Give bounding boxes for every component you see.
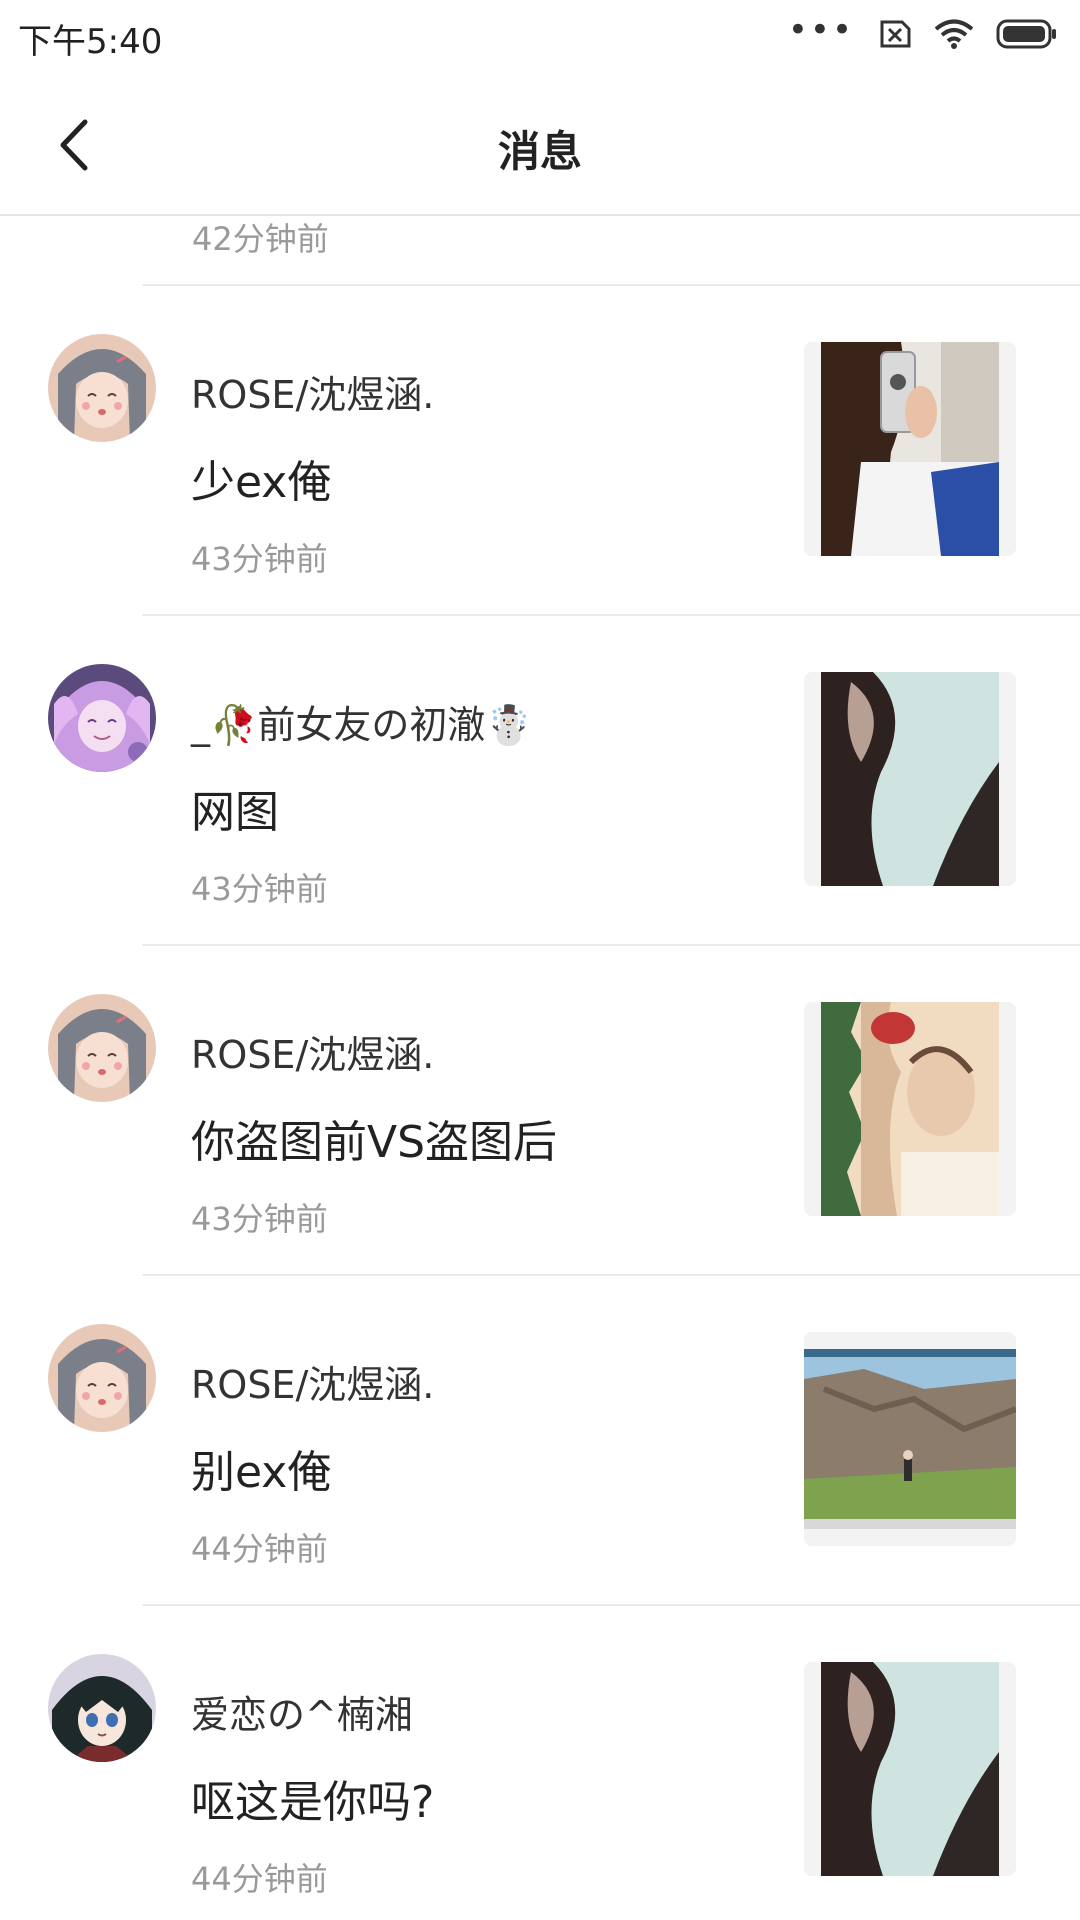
post-thumbnail[interactable] — [804, 1002, 1016, 1216]
message-content: 别ex俺 — [191, 1447, 332, 1498]
list-item[interactable]: _🥀前女友の初澈☃️ 网图 43分钟前 — [0, 616, 1080, 946]
message-time: 44分钟前 — [191, 1860, 328, 1898]
message-time: 43分钟前 — [191, 870, 328, 908]
message-time: 44分钟前 — [191, 1530, 328, 1568]
list-item[interactable]: ROSE/沈煜涵. 别ex俺 44分钟前 — [0, 1276, 1080, 1606]
status-bar: 下午5:40 ••• — [0, 0, 1080, 72]
status-time: 下午5:40 — [18, 22, 163, 62]
sender-name: _🥀前女友の初澈☃️ — [191, 703, 533, 747]
list-item[interactable]: 爱恋の^楠湘 呕这是你吗? 44分钟前 — [0, 1606, 1080, 1920]
post-thumbnail[interactable] — [804, 672, 1016, 886]
top-nav-bar: 消息 — [0, 72, 1080, 216]
more-dots-icon: ••• — [787, 10, 854, 50]
message-content: 呕这是你吗? — [191, 1777, 435, 1828]
sim-off-icon — [876, 19, 912, 53]
list-item[interactable]: ROSE/沈煜涵. 少ex俺 43分钟前 — [0, 286, 1080, 616]
avatar[interactable] — [48, 1654, 156, 1762]
message-time: 43分钟前 — [191, 540, 328, 578]
message-time: 42分钟前 — [192, 220, 329, 258]
message-content: 你盗图前VS盗图后 — [191, 1117, 558, 1168]
message-content: 网图 — [191, 787, 279, 838]
status-icons: ••• — [787, 10, 1058, 56]
avatar[interactable] — [48, 994, 156, 1102]
avatar[interactable] — [48, 664, 156, 772]
avatar[interactable] — [48, 1324, 156, 1432]
wifi-icon — [934, 18, 974, 54]
post-thumbnail[interactable] — [804, 342, 1016, 556]
page-title: 消息 — [497, 127, 582, 176]
sender-name: ROSE/沈煜涵. — [191, 1363, 435, 1407]
sender-name: 爱恋の^楠湘 — [191, 1693, 413, 1737]
message-list[interactable]: 42分钟前 ROSE/沈煜涵. 少ex俺 43分钟前 _🥀前女友の初澈☃️ 网图… — [0, 214, 1080, 1920]
list-item[interactable]: ROSE/沈煜涵. 你盗图前VS盗图后 43分钟前 — [0, 946, 1080, 1276]
post-thumbnail[interactable] — [804, 1332, 1016, 1546]
message-content: 少ex俺 — [191, 457, 332, 508]
sender-name: ROSE/沈煜涵. — [191, 373, 435, 417]
sender-name: ROSE/沈煜涵. — [191, 1033, 435, 1077]
message-time: 43分钟前 — [191, 1200, 328, 1238]
post-thumbnail[interactable] — [804, 1662, 1016, 1876]
avatar[interactable] — [48, 334, 156, 442]
list-item-partial[interactable]: 42分钟前 — [142, 214, 1080, 286]
battery-icon — [996, 18, 1058, 54]
